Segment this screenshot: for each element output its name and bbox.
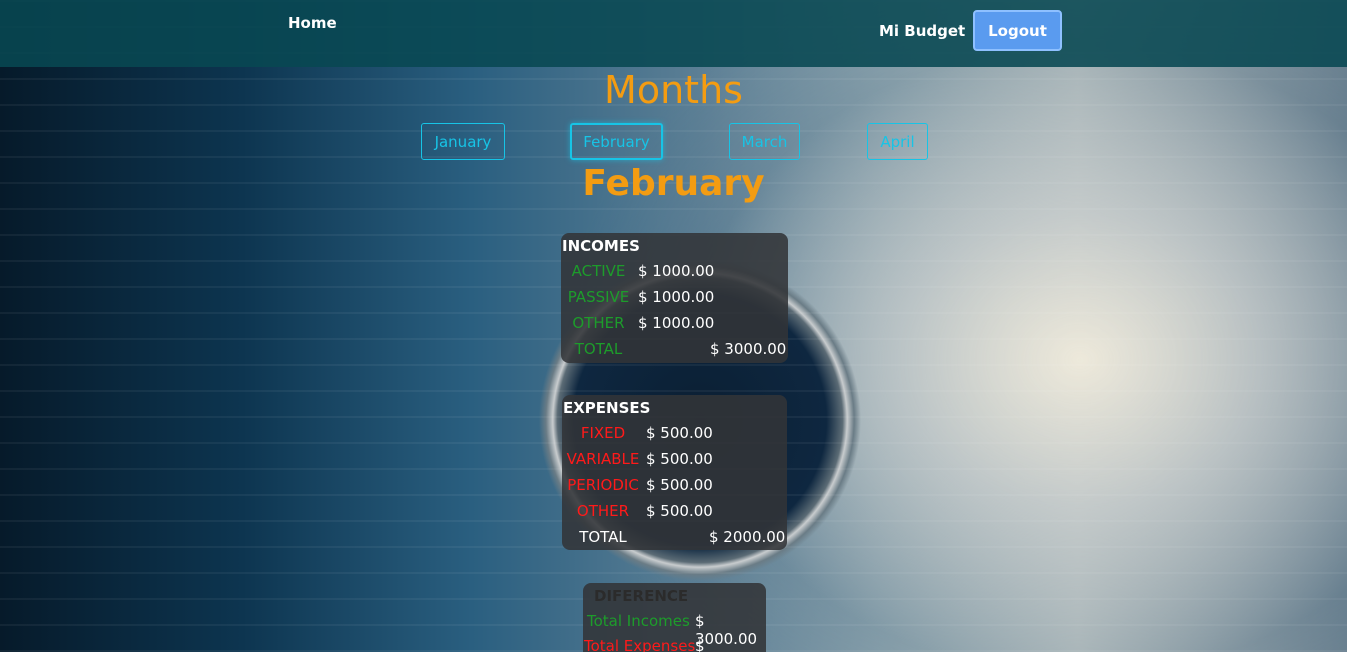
nav-home-link[interactable]: Home xyxy=(288,14,337,32)
income-label: OTHER xyxy=(572,314,625,332)
income-total-value: $ 3000.00 xyxy=(710,340,787,358)
expense-row: PERIODIC $ 500.00 xyxy=(562,476,787,502)
month-button-february[interactable]: February xyxy=(570,123,663,160)
expense-row: OTHER $ 500.00 xyxy=(562,502,787,528)
incomes-card: INCOMES ACTIVE $ 1000.00 PASSIVE $ 1000.… xyxy=(561,233,788,363)
income-row: PASSIVE $ 1000.00 xyxy=(561,288,788,314)
difference-label: Total Expenses xyxy=(584,637,696,652)
income-value: $ 1000.00 xyxy=(638,314,715,332)
difference-card: DIFERENCE Total Incomes $ 3000.00 Total … xyxy=(583,583,766,652)
expense-total-value: $ 2000.00 xyxy=(709,528,786,546)
income-total-label: TOTAL xyxy=(574,340,623,358)
expense-label: PERIODIC xyxy=(567,476,639,494)
difference-label: Total Incomes xyxy=(587,612,690,630)
income-row: OTHER $ 1000.00 xyxy=(561,314,788,340)
expense-total-label: TOTAL xyxy=(579,528,627,546)
expense-row: VARIABLE $ 500.00 xyxy=(562,450,787,476)
income-row: ACTIVE $ 1000.00 xyxy=(561,262,788,288)
navbar: Home Mi Budget Logout xyxy=(0,0,1347,67)
income-value: $ 1000.00 xyxy=(638,262,715,280)
logout-button[interactable]: Logout xyxy=(973,10,1062,51)
expense-value: $ 500.00 xyxy=(646,450,713,468)
expenses-title: EXPENSES xyxy=(563,399,651,417)
expense-value: $ 500.00 xyxy=(646,476,713,494)
difference-row: Total Expenses $ 2000.00 xyxy=(583,637,766,652)
nav-brand[interactable]: Mi Budget xyxy=(879,22,965,40)
income-value: $ 1000.00 xyxy=(638,288,715,306)
expenses-card: EXPENSES FIXED $ 500.00 VARIABLE $ 500.0… xyxy=(562,395,787,550)
incomes-title: INCOMES xyxy=(562,237,640,255)
income-total-row: TOTAL $ 3000.00 xyxy=(561,340,788,366)
expense-label: VARIABLE xyxy=(566,450,640,468)
expense-value: $ 500.00 xyxy=(646,424,713,442)
income-label: PASSIVE xyxy=(567,288,630,306)
difference-value: $ 2000.00 xyxy=(695,637,705,652)
expense-label: FIXED xyxy=(580,424,626,442)
expense-total-row: TOTAL $ 2000.00 xyxy=(562,528,787,554)
selected-month-heading: February xyxy=(582,163,765,204)
month-button-march[interactable]: March xyxy=(729,123,800,160)
month-button-april[interactable]: April xyxy=(867,123,928,160)
months-heading: Months xyxy=(604,68,743,112)
month-button-january[interactable]: January xyxy=(421,123,505,160)
expense-row: FIXED $ 500.00 xyxy=(562,424,787,450)
income-label: ACTIVE xyxy=(571,262,626,280)
difference-row: Total Incomes $ 3000.00 xyxy=(583,612,766,648)
difference-title: DIFERENCE xyxy=(594,587,689,605)
expense-value: $ 500.00 xyxy=(646,502,713,520)
expense-label: OTHER xyxy=(576,502,630,520)
